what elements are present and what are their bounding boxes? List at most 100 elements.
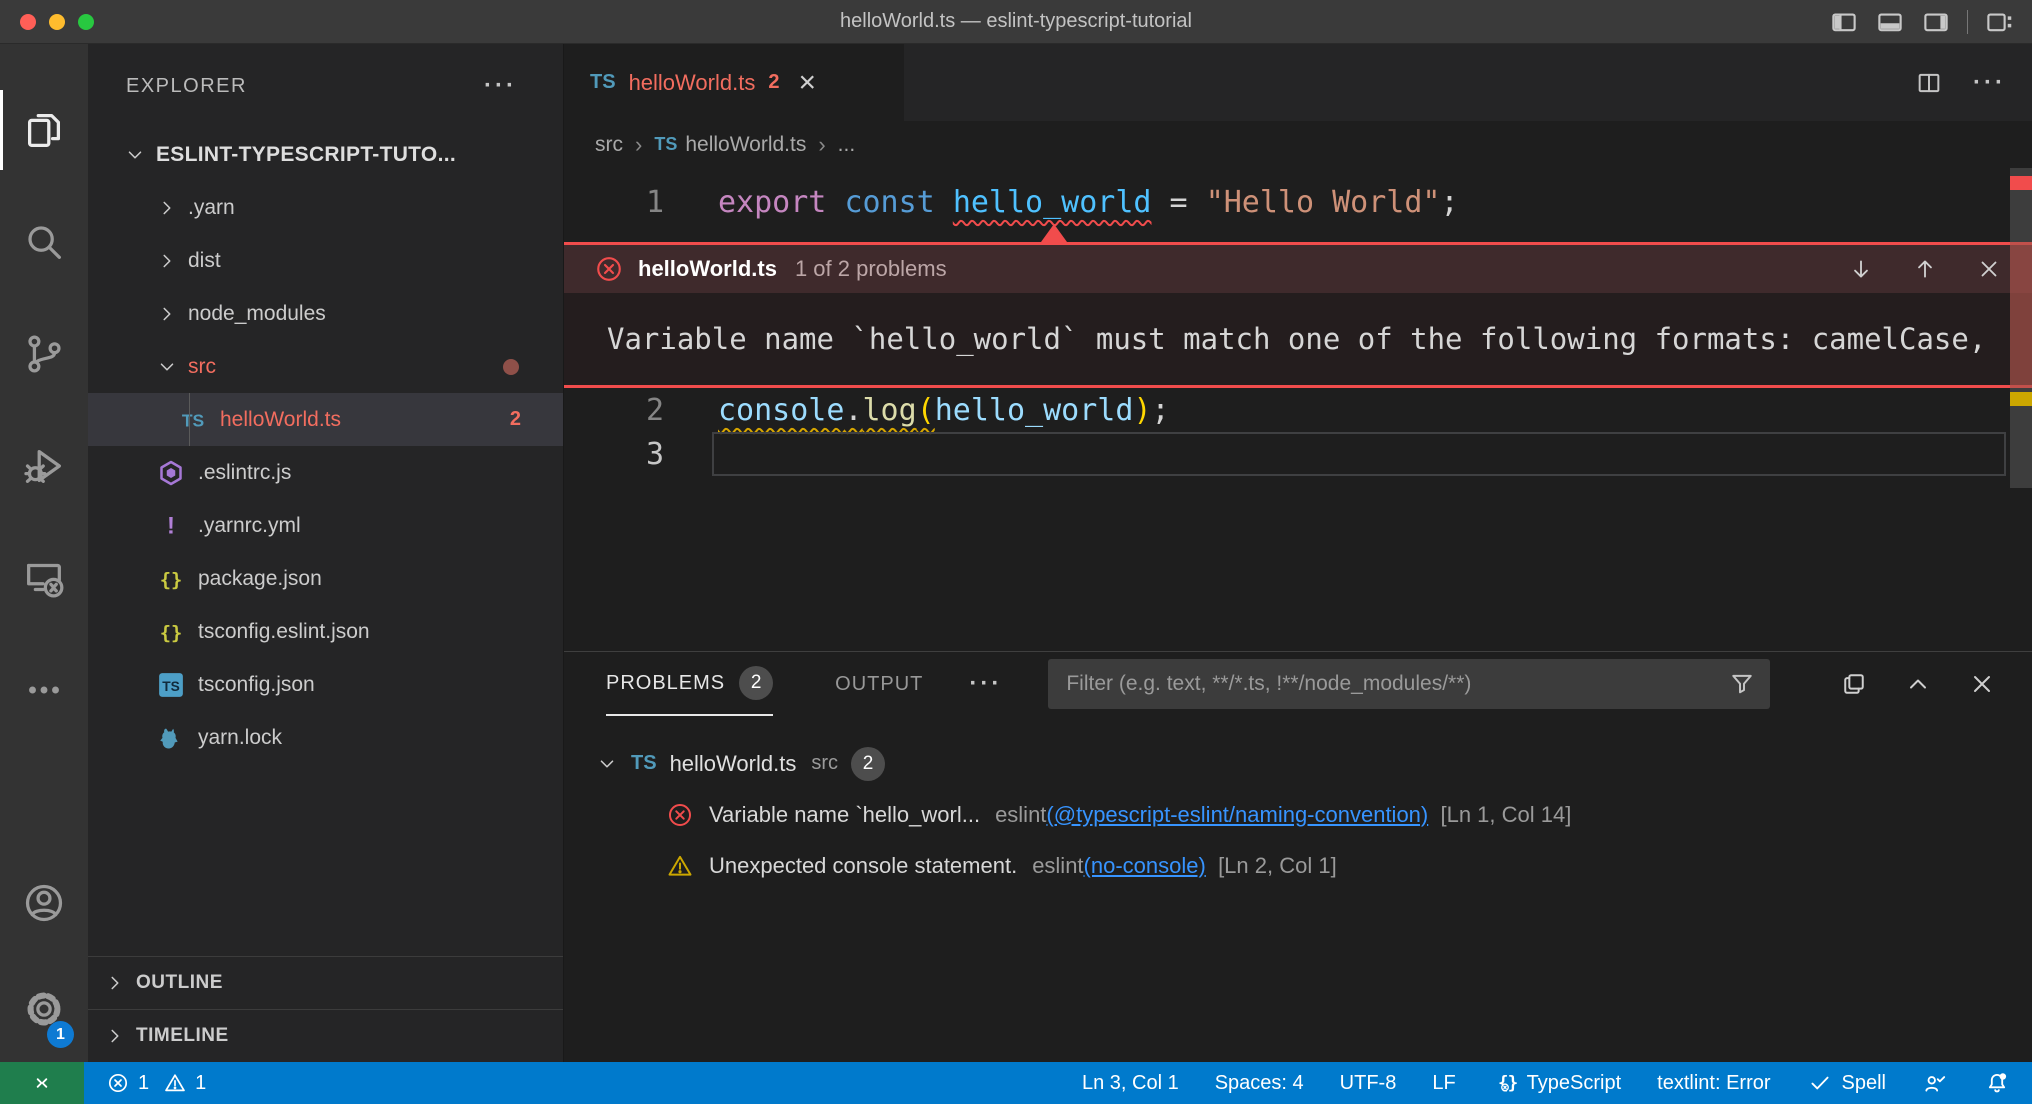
close-peek-button[interactable] xyxy=(1976,256,2002,282)
breadcrumb-item-symbol[interactable]: ... xyxy=(838,133,856,157)
tab-helloworld[interactable]: TS helloWorld.ts 2 × xyxy=(564,44,904,121)
modified-dot-badge xyxy=(503,359,519,375)
maximize-panel-button[interactable] xyxy=(1904,670,1932,698)
status-item-ln-3-col-1[interactable]: Ln 3, Col 1 xyxy=(1082,1072,1179,1095)
close-window-button[interactable] xyxy=(20,14,36,30)
problems-file-row[interactable]: TS helloWorld.ts src 2 xyxy=(564,738,2032,789)
more-icon xyxy=(21,667,67,713)
previous-problem-button[interactable] xyxy=(1912,256,1938,282)
status-item-bell-dot[interactable] xyxy=(1984,1070,2010,1096)
move-panel-button[interactable] xyxy=(1840,670,1868,698)
code-editor[interactable]: 1export const hello_world = "Hello World… xyxy=(564,168,2032,651)
warning-count: 1 xyxy=(195,1072,206,1095)
problems-filter-input[interactable] xyxy=(1066,672,1728,696)
peek-region-marker xyxy=(2010,242,2032,388)
chevron-separator-icon: › xyxy=(818,132,825,158)
overview-ruler-scrollbar[interactable] xyxy=(2010,168,2032,651)
tree-item--yarn[interactable]: .yarn xyxy=(88,181,563,234)
peek-problem-count: 1 of 2 problems xyxy=(795,256,947,282)
tree-item-src[interactable]: src xyxy=(88,340,563,393)
window-controls xyxy=(0,14,94,30)
feedback-icon xyxy=(1922,1070,1948,1096)
minimize-window-button[interactable] xyxy=(49,14,65,30)
chevron-right-icon xyxy=(156,250,178,272)
activity-files-button[interactable] xyxy=(0,74,88,186)
tree-item-dist[interactable]: dist xyxy=(88,234,563,287)
status-item-utf-8[interactable]: UTF-8 xyxy=(1340,1072,1397,1095)
rule-link[interactable]: (@typescript-eslint/naming-convention) xyxy=(1046,802,1428,827)
tree-item--eslintrc-js[interactable]: .eslintrc.js xyxy=(88,446,563,499)
tab-output[interactable]: OUTPUT xyxy=(835,652,923,716)
peek-error-message: Variable name `hello_world` must match o… xyxy=(607,322,1986,356)
status-item-typescript[interactable]: {}TypeScript xyxy=(1492,1070,1621,1096)
tree-item-node-modules[interactable]: node_modules xyxy=(88,287,563,340)
close-panel-button[interactable] xyxy=(1968,670,1996,698)
status-item-spaces-4[interactable]: Spaces: 4 xyxy=(1215,1072,1304,1095)
explorer-more-actions-button[interactable]: ··· xyxy=(484,72,517,100)
layout-sidebar-left-icon xyxy=(1829,7,1859,37)
panel-more-tabs-button[interactable]: ··· xyxy=(969,670,1002,698)
bottom-panel: PROBLEMS 2 OUTPUT ··· xyxy=(564,651,2032,1062)
error-icon xyxy=(594,254,624,284)
error-circle-icon xyxy=(666,801,694,829)
tree-item-package-json[interactable]: {}package.json xyxy=(88,552,563,605)
code-line-2[interactable]: 2console.log(hello_world); xyxy=(564,388,2032,432)
remote-indicator[interactable] xyxy=(0,1062,84,1104)
tab-problems[interactable]: PROBLEMS 2 xyxy=(606,652,773,716)
status-item-lf[interactable]: LF xyxy=(1432,1072,1455,1095)
activity-more-button[interactable] xyxy=(0,634,88,746)
problem-row-error[interactable]: Variable name `hello_worl...eslint(@type… xyxy=(564,789,2032,840)
activity-settings-button[interactable]: 1 xyxy=(0,956,88,1062)
status-item-spell[interactable]: Spell xyxy=(1807,1070,1886,1096)
activity-account-button[interactable] xyxy=(0,850,88,956)
svg-text:{}: {} xyxy=(160,622,183,643)
code-line-3[interactable]: 3 xyxy=(564,432,2032,476)
code-line-1[interactable]: 1export const hello_world = "Hello World… xyxy=(564,180,2032,224)
tree-item--yarnrc-yml[interactable]: !.yarnrc.yml xyxy=(88,499,563,552)
breadcrumb-item-src[interactable]: src xyxy=(595,133,623,157)
problems-status-item[interactable]: 1 1 xyxy=(106,1071,206,1095)
next-problem-button[interactable] xyxy=(1848,256,1874,282)
peek-title: helloWorld.ts xyxy=(638,256,777,282)
tree-item-helloworld-ts[interactable]: TShelloWorld.ts2 xyxy=(88,393,563,446)
layout-panel-button[interactable] xyxy=(1875,7,1905,37)
layout-controls xyxy=(1829,7,2032,37)
typescript-file-icon: TS xyxy=(590,71,616,94)
status-item-textlint-error[interactable]: textlint: Error xyxy=(1657,1072,1770,1095)
activity-remote-explorer-button[interactable] xyxy=(0,522,88,634)
outline-section-header[interactable]: OUTLINE xyxy=(88,956,563,1009)
warning-marker xyxy=(2010,392,2032,406)
breadcrumb: src › TS helloWorld.ts › ... xyxy=(564,121,2032,168)
layout-sidebar-right-button[interactable] xyxy=(1921,7,1951,37)
error-count: 1 xyxy=(138,1072,149,1095)
explorer-sidebar: EXPLORER ··· ESLINT-TYPESCRIPT-TUTO....y… xyxy=(88,44,564,1062)
activity-source-control-button[interactable] xyxy=(0,298,88,410)
source-control-icon xyxy=(21,331,67,377)
problems-count-badge: 2 xyxy=(510,408,521,431)
timeline-section-header[interactable]: TIMELINE xyxy=(88,1009,563,1062)
filter-icon xyxy=(1728,670,1756,698)
tree-item-yarn-lock[interactable]: yarn.lock xyxy=(88,711,563,764)
editor-more-actions-button[interactable]: ··· xyxy=(1973,69,2006,97)
status-item-feedback[interactable] xyxy=(1922,1070,1948,1096)
split-editor-button[interactable] xyxy=(1915,69,1943,97)
layout-customize-button[interactable] xyxy=(1984,7,2014,37)
tree-item-tsconfig-json[interactable]: TStsconfig.json xyxy=(88,658,563,711)
account-icon xyxy=(21,880,67,926)
activity-bar: 1 xyxy=(0,44,88,1062)
chevron-down-icon xyxy=(156,356,178,378)
tree-item-tsconfig-eslint-json[interactable]: {}tsconfig.eslint.json xyxy=(88,605,563,658)
rule-link[interactable]: (no-console) xyxy=(1084,853,1206,878)
tree-item-eslint-typescript-tuto-[interactable]: ESLINT-TYPESCRIPT-TUTO... xyxy=(88,128,563,181)
problem-row-warning[interactable]: Unexpected console statement.eslint(no-c… xyxy=(564,840,2032,891)
svg-text:TS: TS xyxy=(162,679,180,694)
activity-search-button[interactable] xyxy=(0,186,88,298)
layout-sidebar-left-button[interactable] xyxy=(1829,7,1859,37)
zoom-window-button[interactable] xyxy=(78,14,94,30)
activity-debug-button[interactable] xyxy=(0,410,88,522)
tab-close-button[interactable]: × xyxy=(798,68,816,98)
editor-region: TS helloWorld.ts 2 × ··· src › TS helloW… xyxy=(564,44,2032,1062)
breadcrumb-item-file[interactable]: TS helloWorld.ts xyxy=(654,133,806,157)
typescript-file-icon: TS xyxy=(654,134,677,155)
sidebar-title: EXPLORER xyxy=(126,75,247,98)
